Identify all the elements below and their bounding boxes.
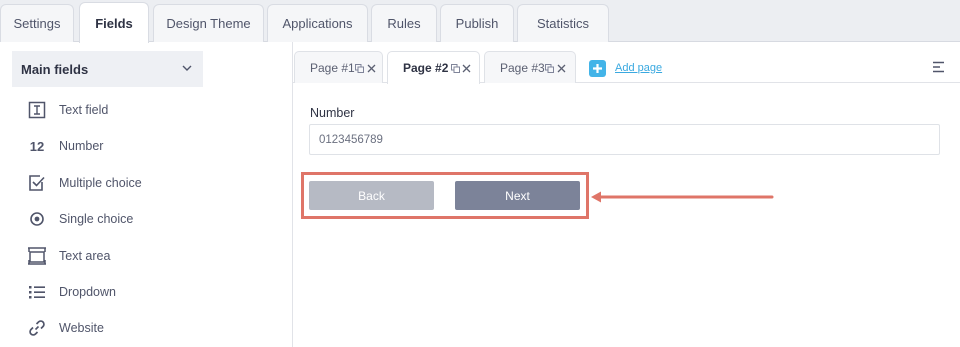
field-item-website[interactable]: Website [26, 316, 206, 340]
panel-divider [292, 42, 293, 347]
field-item-text-field[interactable]: Text field [26, 98, 206, 122]
field-item-label: Text field [59, 103, 109, 117]
add-page-icon[interactable] [589, 60, 606, 77]
radio-icon [26, 208, 48, 230]
tab-fields-label: Fields [95, 15, 133, 31]
tab-rules[interactable]: Rules [371, 4, 437, 42]
field-item-label: Dropdown [59, 285, 116, 299]
page-tab-label: Page #2 [403, 61, 449, 75]
field-item-multiple-choice[interactable]: Multiple choice [26, 171, 206, 195]
next-button[interactable]: Next [455, 181, 580, 210]
list-icon [26, 281, 48, 303]
page-tab-1[interactable]: Page #1 [294, 51, 383, 83]
page-tab-label: Page #3 [500, 60, 545, 75]
field-item-label: Text area [59, 249, 111, 263]
page-tab-3[interactable]: Page #3 [484, 51, 576, 83]
chevron-down-icon [182, 65, 192, 71]
field-item-dropdown[interactable]: Dropdown [26, 280, 206, 304]
field-item-label: Single choice [59, 212, 134, 226]
tab-settings-label: Settings [13, 16, 61, 31]
main-fields-accordion[interactable]: Main fields [12, 51, 203, 87]
add-page-link[interactable]: Add page [615, 62, 662, 74]
tab-design-theme[interactable]: Design Theme [153, 4, 264, 42]
number-input[interactable] [309, 124, 940, 155]
tab-publish[interactable]: Publish [440, 4, 514, 42]
menu-icon[interactable] [932, 61, 945, 73]
copy-icon[interactable] [451, 64, 460, 73]
tab-design-theme-label: Design Theme [166, 16, 251, 31]
page-tab-label: Page #1 [310, 60, 355, 75]
back-button[interactable]: Back [309, 181, 434, 210]
field-item-label: Website [59, 321, 104, 335]
close-icon[interactable] [462, 64, 471, 73]
tab-statistics-label: Statistics [536, 16, 589, 31]
tab-applications-label: Applications [282, 16, 353, 31]
copy-icon[interactable] [545, 64, 554, 73]
text-area-icon [26, 245, 48, 267]
tab-fields[interactable]: Fields [79, 2, 149, 43]
close-icon[interactable] [557, 64, 566, 73]
main-fields-title: Main fields [21, 61, 89, 77]
number-icon-glyph: 12 [29, 138, 45, 154]
tab-statistics[interactable]: Statistics [517, 4, 609, 42]
tab-rules-label: Rules [387, 16, 421, 31]
text-field-icon [26, 99, 48, 121]
close-icon[interactable] [367, 64, 376, 73]
number-icon: 12 [26, 135, 48, 157]
pointer-arrow-icon [591, 191, 774, 203]
number-field-label: Number [310, 106, 355, 120]
field-item-number[interactable]: 12 Number [26, 134, 206, 158]
field-item-label: Multiple choice [59, 176, 142, 190]
tab-settings[interactable]: Settings [0, 4, 74, 42]
tab-applications[interactable]: Applications [267, 4, 368, 42]
field-item-text-area[interactable]: Text area [26, 244, 206, 268]
tab-publish-label: Publish [455, 16, 499, 31]
checkbox-icon [26, 172, 48, 194]
page-tab-2[interactable]: Page #2 [387, 51, 480, 84]
top-tab-bar: Settings Fields Design Theme Application… [0, 0, 960, 43]
field-item-single-choice[interactable]: Single choice [26, 207, 206, 231]
fields-sidebar: Main fields Text field 12 Number Multipl… [0, 42, 212, 347]
link-icon [26, 317, 48, 339]
field-item-label: Number [59, 139, 104, 153]
copy-icon[interactable] [355, 64, 364, 73]
